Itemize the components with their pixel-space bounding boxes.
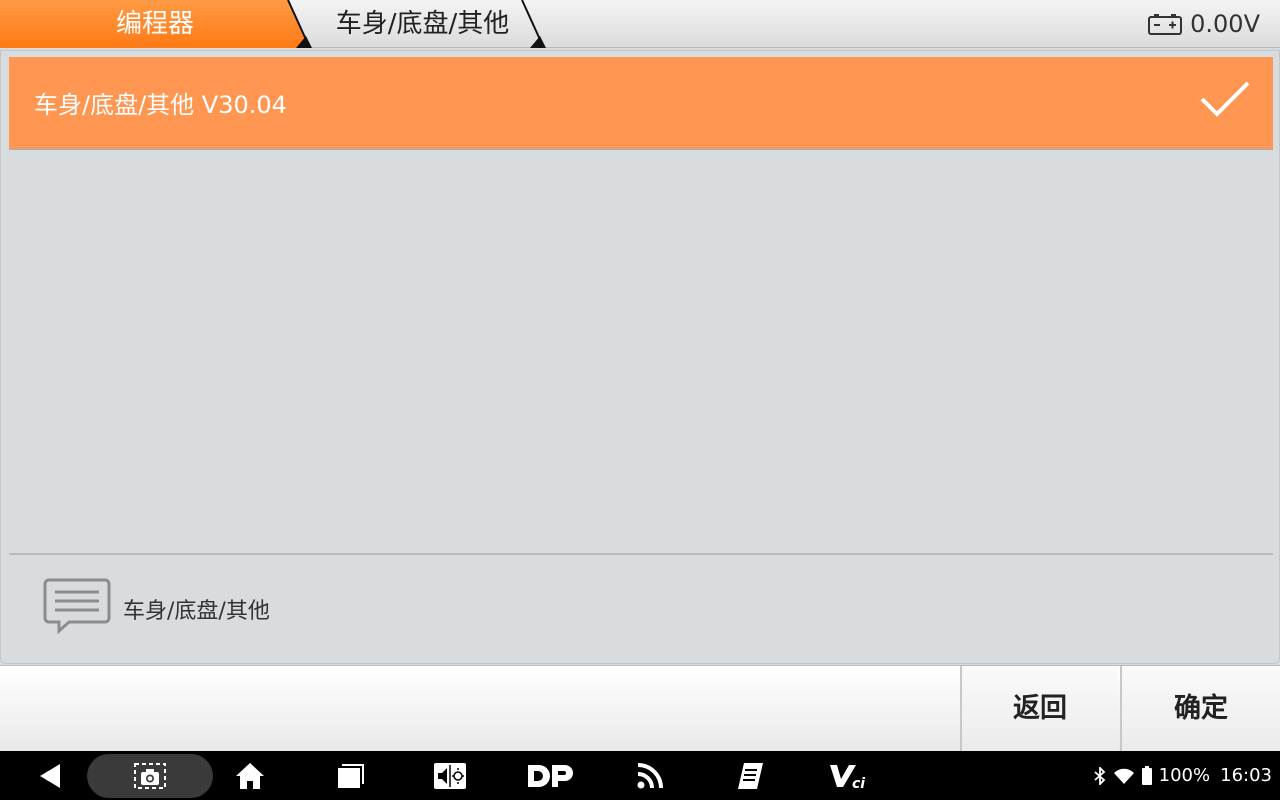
bluetooth-icon (1094, 766, 1105, 785)
checkmark-icon (1200, 81, 1250, 117)
rss-feed-button[interactable] (630, 751, 670, 800)
system-nav-bar: ci 100% 16:03 (0, 751, 1280, 800)
notebook-icon (738, 762, 763, 789)
description-area: 车身/底盘/其他 (43, 578, 270, 634)
action-bar: 返回 确定 (0, 665, 1280, 752)
list-item-label: 车身/底盘/其他 V30.04 (34, 91, 287, 119)
vci-logo-icon: ci (830, 764, 865, 790)
description-text: 车身/底盘/其他 (123, 599, 270, 624)
screenshot-camera-icon (134, 762, 166, 789)
battery-voltage-icon (1148, 14, 1183, 35)
battery-percent: 100% (1158, 765, 1211, 786)
breadcrumb-item-programmer[interactable]: 编程器 (0, 0, 310, 48)
message-icon (43, 578, 111, 634)
breadcrumb-bar: 编程器 车身/底盘/其他 0.00V (0, 0, 1280, 48)
home-button[interactable] (230, 751, 270, 800)
vci-button[interactable]: ci (822, 751, 878, 800)
screenshot-button[interactable] (130, 751, 170, 800)
volume-brightness-icon (434, 762, 466, 789)
breadcrumb-item-body-chassis[interactable]: 车身/底盘/其他 (300, 0, 545, 48)
recent-apps-button[interactable] (330, 751, 370, 800)
dp-logo-icon (528, 764, 573, 787)
rss-feed-icon (637, 762, 663, 788)
clock: 16:03 (1220, 765, 1272, 786)
nav-back-button[interactable] (30, 751, 70, 800)
svg-text:ci: ci (852, 776, 865, 790)
volume-brightness-button[interactable] (430, 751, 470, 800)
confirm-button[interactable]: 确定 (1120, 666, 1280, 752)
dp-button[interactable] (522, 751, 578, 800)
battery-icon (1141, 765, 1152, 785)
system-status: 100% 16:03 (1093, 751, 1272, 800)
back-button[interactable]: 返回 (960, 666, 1118, 752)
voltage-value: 0.00V (1190, 10, 1260, 38)
main-panel: 车身/底盘/其他 V30.04 车身/底盘/其他 (0, 50, 1280, 664)
manual-button[interactable] (730, 751, 770, 800)
wifi-icon (1113, 768, 1134, 784)
recent-apps-icon (338, 763, 364, 788)
divider (9, 553, 1273, 555)
home-icon (236, 762, 264, 789)
list-item-selected[interactable]: 车身/底盘/其他 V30.04 (9, 57, 1273, 150)
back-triangle-icon (40, 763, 60, 788)
voltage-indicator: 0.00V (1148, 0, 1260, 48)
